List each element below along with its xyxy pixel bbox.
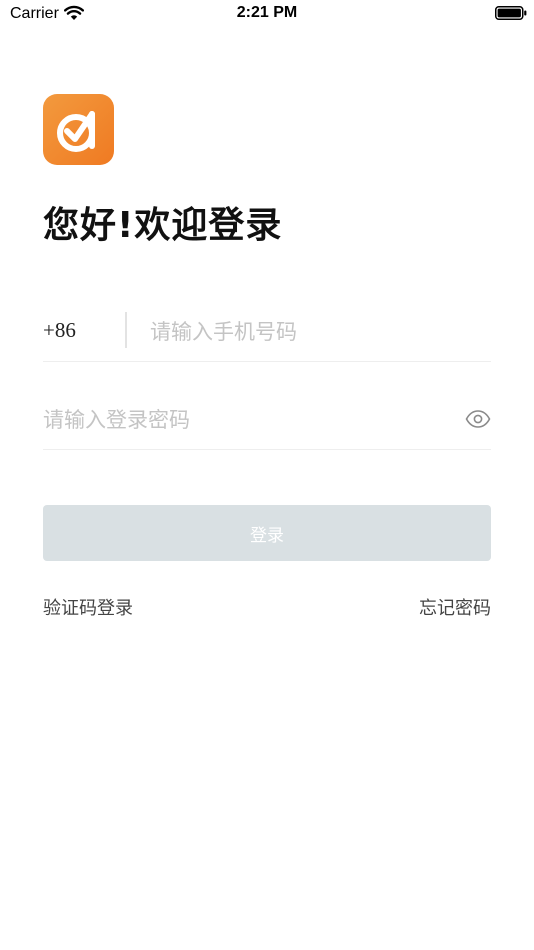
phone-row: +86 [43,306,491,362]
login-button[interactable]: 登录 [43,505,491,561]
field-divider [125,312,127,348]
app-logo [43,94,114,165]
status-time: 2:21 PM [236,4,298,21]
status-bar: Carrier 2:21 PM [0,0,534,30]
country-code-selector[interactable]: +86 [43,318,76,343]
phone-input[interactable] [150,314,485,350]
password-row [43,394,491,450]
forgot-password-link[interactable]: 忘记密码 [419,594,491,620]
password-input[interactable] [43,402,448,438]
app-logo-check-icon [57,111,95,152]
sms-login-link[interactable]: 验证码登录 [43,594,133,620]
login-screen: Carrier 2:21 PM 您好!欢迎登录 +86 请输入手机号码 登录 验… [0,0,534,950]
page-title: 您好!欢迎登录 [43,205,283,246]
